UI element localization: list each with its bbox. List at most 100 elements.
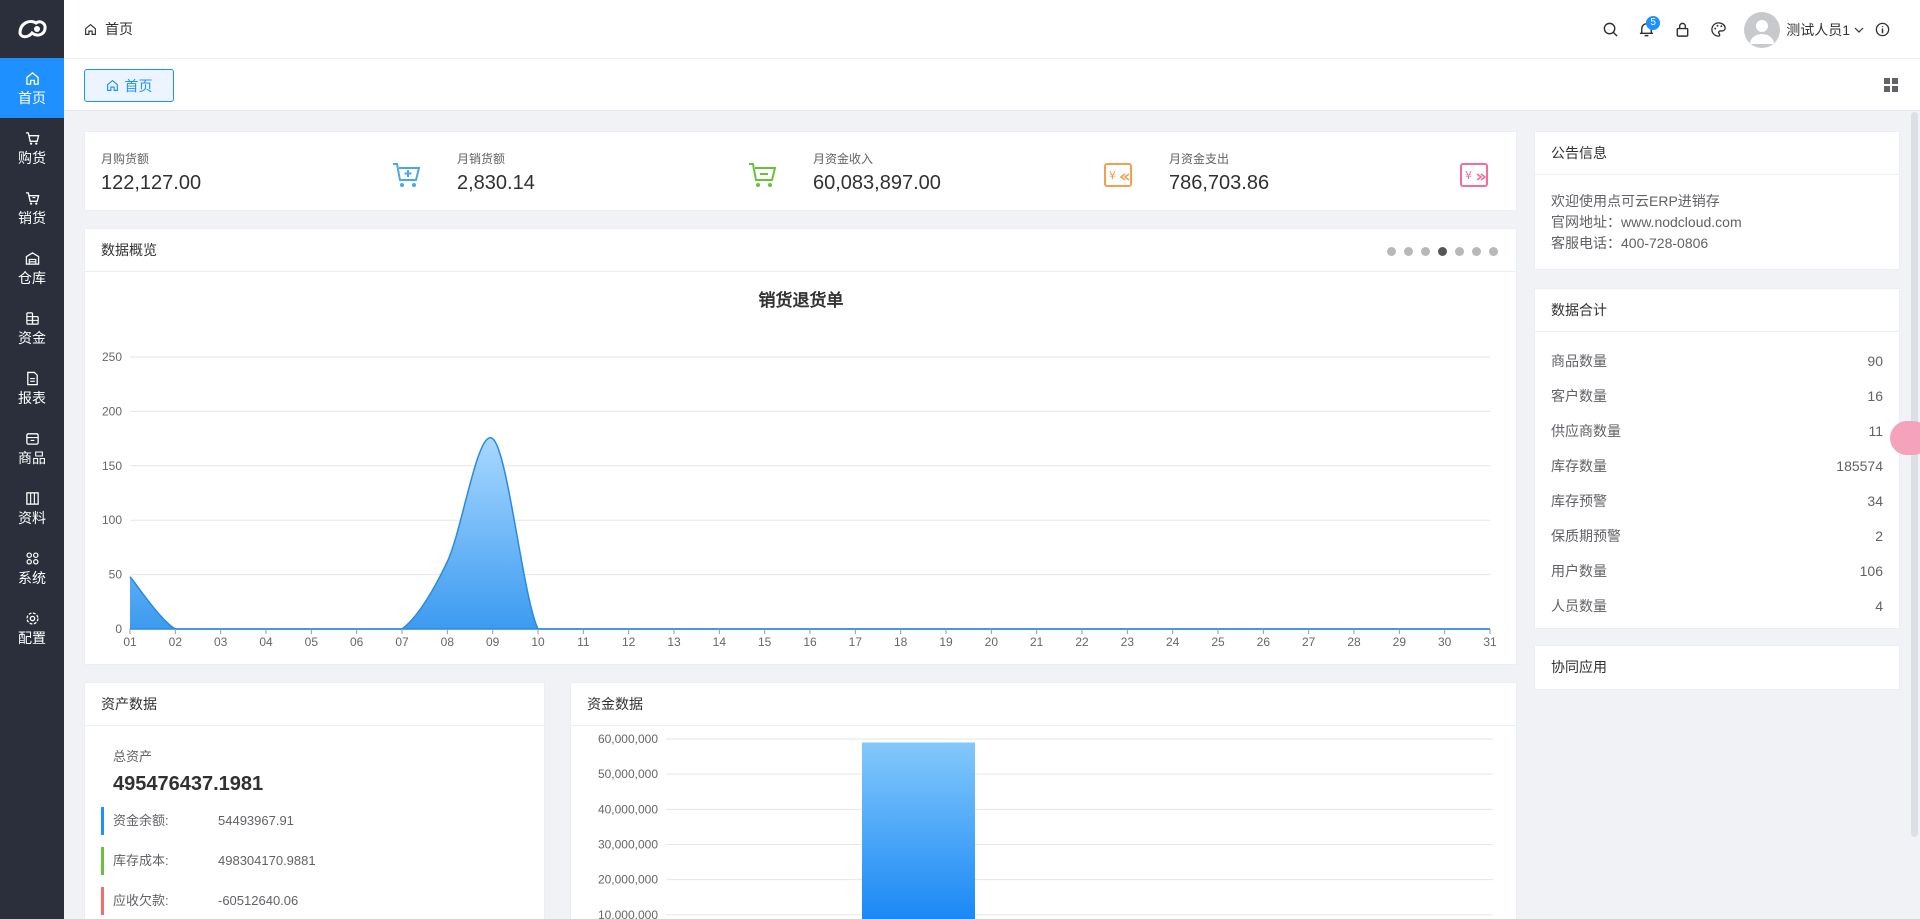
sidebar-item-1[interactable]: 购货 [0, 118, 64, 178]
gear-icon [25, 611, 39, 625]
sidebar-item-0[interactable]: 首页 [0, 58, 64, 118]
carousel-dot[interactable] [1404, 247, 1413, 256]
tab-home[interactable]: 首页 [84, 69, 174, 102]
asset-row-label: 资金余额: [113, 813, 169, 828]
total-assets-value: 495476437.1981 [113, 773, 264, 795]
notice-line: 客服电话：400-728-0806 [1551, 235, 1709, 251]
stat-expense: 月资金支出 786,703.86 ¥ [1153, 132, 1509, 210]
sidebar-item-9[interactable]: 配置 [0, 598, 64, 658]
carousel-dot[interactable] [1438, 247, 1447, 256]
sidebar-item-label: 仓库 [18, 269, 46, 286]
cart-sale-icon [25, 191, 39, 205]
asset-row-receivable: 应收欠款: -60512640.06 [101, 887, 501, 915]
sidebar-item-3[interactable]: 仓库 [0, 238, 64, 298]
y-tick-label: 100 [102, 513, 122, 527]
sidebar-item-4[interactable]: 资金 [0, 298, 64, 358]
asset-row-value: 498304170.9881 [218, 853, 316, 868]
summary-label: 人员数量 [1551, 598, 1607, 614]
x-tick-label: 06 [350, 635, 364, 649]
summary-row: 库存数量 185574 [1535, 449, 1899, 484]
notice-line: 欢迎使用点可云ERP进销存 [1551, 193, 1720, 209]
summary-row: 供应商数量 11 [1535, 414, 1899, 449]
x-tick-label: 27 [1302, 635, 1316, 649]
x-tick-label: 04 [259, 635, 273, 649]
summary-label: 客户数量 [1551, 388, 1607, 404]
x-tick-label: 20 [985, 635, 999, 649]
notice-line: 官网地址：www.nodcloud.com [1551, 214, 1742, 230]
carousel-dot[interactable] [1421, 247, 1430, 256]
sidebar-item-2[interactable]: 销货 [0, 178, 64, 238]
scrollbar[interactable] [1911, 112, 1918, 837]
sidebar-item-7[interactable]: 资料 [0, 478, 64, 538]
stat-label: 月购货额 [101, 152, 150, 166]
translate-float-button[interactable] [1890, 421, 1920, 455]
summary-value: 185574 [1836, 458, 1883, 474]
app-logo[interactable] [0, 0, 64, 58]
stat-label: 月资金收入 [813, 152, 874, 166]
x-tick-label: 08 [441, 635, 455, 649]
total-assets-label: 总资产 [113, 749, 153, 764]
x-tick-label: 23 [1121, 635, 1135, 649]
tab-home-label: 首页 [124, 77, 153, 94]
carousel-dot[interactable] [1472, 247, 1481, 256]
overview-card: 数据概览 销货退货单 0 50 100 150 200 250 01 02 03 04 05 06 07 0… [84, 228, 1517, 665]
x-tick-label: 17 [849, 635, 863, 649]
summary-label: 库存数量 [1551, 458, 1607, 474]
chevron-down-icon[interactable] [1854, 25, 1864, 35]
summary-label: 商品数量 [1551, 353, 1607, 369]
grid-menu-icon[interactable] [1882, 76, 1900, 94]
sidebar-item-5[interactable]: 报表 [0, 358, 64, 418]
x-tick-label: 18 [894, 635, 908, 649]
bar [862, 742, 975, 919]
carousel-dot[interactable] [1387, 247, 1396, 256]
sales-return-chart: 销货退货单 0 50 100 150 200 250 01 02 03 04 05 06 07 08 09 10… [102, 290, 1497, 649]
summary-value: 90 [1867, 353, 1883, 369]
info-button[interactable] [1864, 12, 1900, 48]
sidebar-item-6[interactable]: 商品 [0, 418, 64, 478]
asset-row-label: 应收欠款: [113, 893, 169, 908]
breadcrumb[interactable]: 首页 [84, 19, 133, 39]
summary-value: 16 [1867, 388, 1883, 404]
y-tick-label: 40,000,000 [598, 802, 658, 816]
summary-value: 34 [1867, 493, 1883, 509]
x-tick-label: 31 [1483, 635, 1497, 649]
notice-body: 欢迎使用点可云ERP进销存 官网地址：www.nodcloud.com 客服电话… [1535, 175, 1899, 254]
x-tick-label: 30 [1438, 635, 1452, 649]
sidebar-item-label: 系统 [18, 569, 46, 586]
cart-plus-icon [393, 163, 421, 187]
summary-label: 用户数量 [1551, 563, 1607, 579]
asset-row-value: -60512640.06 [218, 893, 299, 908]
user-icon [1750, 19, 1775, 44]
tab-bar: 首页 [64, 59, 1920, 111]
x-tick-label: 19 [939, 635, 953, 649]
x-tick-label: 02 [169, 635, 183, 649]
x-tick-label: 10 [531, 635, 545, 649]
notification-button[interactable]: 5 [1628, 12, 1664, 48]
theme-button[interactable] [1700, 12, 1736, 48]
summary-card: 数据合计 商品数量 90 客户数量 16 供应商数量 11 库存数量 185574 库存预警 34… [1534, 288, 1900, 629]
y-tick-label: 50 [109, 568, 123, 582]
x-tick-label: 07 [395, 635, 409, 649]
summary-row: 用户数量 106 [1535, 554, 1899, 589]
lock-button[interactable] [1664, 12, 1700, 48]
asset-row-inventory: 库存成本: 498304170.9881 [101, 847, 501, 875]
y-tick-label: 20,000,000 [598, 873, 658, 887]
summary-label: 库存预警 [1551, 493, 1607, 509]
book-icon [25, 491, 39, 505]
stat-purchase: 月购货额 122,127.00 [85, 132, 441, 210]
x-tick-label: 29 [1393, 635, 1407, 649]
info-icon [1875, 22, 1889, 37]
carousel-dot[interactable] [1489, 247, 1498, 256]
summary-value: 4 [1875, 598, 1883, 614]
home-icon [106, 79, 118, 91]
username[interactable]: 测试人员1 [1786, 20, 1850, 40]
carousel-dot[interactable] [1455, 247, 1464, 256]
breadcrumb-label: 首页 [105, 21, 133, 37]
home-icon [85, 23, 96, 35]
sidebar-item-8[interactable]: 系统 [0, 538, 64, 598]
stat-label: 月资金支出 [1169, 152, 1230, 166]
sidebar: 首页 购货 销货仓库资金 报表 商品 资料系统配置 [0, 0, 64, 919]
top-header: 首页 5 测试人员1 [64, 0, 1920, 59]
avatar[interactable] [1744, 11, 1781, 48]
search-button[interactable] [1592, 12, 1628, 48]
